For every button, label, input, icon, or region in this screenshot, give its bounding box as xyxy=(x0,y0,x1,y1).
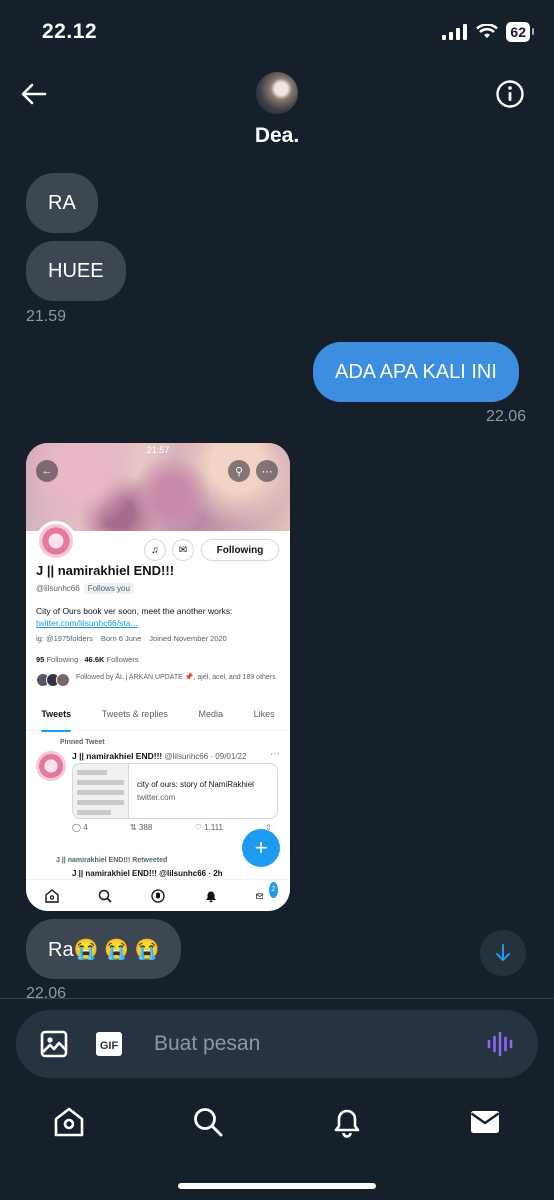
message-text: Ra😭 😭 😭 xyxy=(48,938,160,961)
scroll-to-bottom-button[interactable] xyxy=(480,930,526,976)
retweeted-label: J || namirakhiel END!!! Retweeted xyxy=(56,857,168,864)
profile-meta-joined: Joined November 2020 xyxy=(149,634,227,643)
shared-image[interactable]: 21:57 ← ⚲ ⋯ ♫ ✉ Following J || namirakhi… xyxy=(26,443,290,911)
bell-icon xyxy=(203,888,219,904)
followers-label: Followers xyxy=(106,655,139,664)
battery-indicator: 62 xyxy=(506,22,534,42)
profile-bio-link: twitter.com/lilsunhc66/sta... xyxy=(36,618,138,628)
profile-banner xyxy=(26,443,290,531)
back-button[interactable] xyxy=(16,76,52,112)
followed-by-text: Followed by ÅL | ARKAN UPDATE 📌, ajél, a… xyxy=(76,674,276,681)
tab-home[interactable] xyxy=(53,1106,85,1138)
message-text: RA xyxy=(48,191,76,214)
info-button[interactable] xyxy=(492,76,528,112)
image-icon xyxy=(40,1030,68,1058)
more-icon: ⋯ xyxy=(256,460,278,482)
message-bubble-received[interactable]: RA xyxy=(26,173,98,233)
tab-tweets-replies: Tweets & replies xyxy=(101,709,168,719)
search-icon xyxy=(97,888,113,904)
arrow-left-icon xyxy=(21,83,47,105)
follows-you-badge: Follows you xyxy=(83,583,134,594)
image-status-time: 21:57 xyxy=(146,445,170,455)
tweet-author: J || namirakhiel END!!! xyxy=(72,751,163,761)
home-indicator xyxy=(178,1183,376,1189)
gif-icon: GIF xyxy=(96,1032,122,1056)
message-bubble-received[interactable]: Ra😭 😭 😭 xyxy=(26,919,182,979)
profile-bio: City of Ours book ver soon, meet the ano… xyxy=(36,606,233,616)
notification-badge: 2 xyxy=(269,881,278,898)
retweet-count: ⇅ 388 xyxy=(130,823,153,832)
link-card-title: city of ours: story of NamiRakhiel xyxy=(137,780,254,789)
message-input[interactable] xyxy=(152,1024,472,1064)
tab-search[interactable] xyxy=(192,1106,224,1138)
svg-text:GIF: GIF xyxy=(100,1040,119,1052)
message-bubble-received[interactable]: HUEE xyxy=(26,241,126,301)
profile-name: J || namirakhiel END!!! xyxy=(36,563,175,578)
profile-avatar xyxy=(36,521,76,561)
profile-tabs: Tweets Tweets & replies Media Likes xyxy=(26,705,290,732)
tweet-handle-date: @lilsunhc66 · 09/01/22 xyxy=(164,752,247,761)
tweet-avatar xyxy=(36,751,66,781)
tab-messages[interactable] xyxy=(469,1106,501,1138)
tab-likes: Likes xyxy=(253,709,275,719)
status-time: 22.12 xyxy=(42,20,98,43)
following-label: Following xyxy=(46,655,79,664)
spaces-icon xyxy=(150,888,166,904)
search-icon: ⚲ xyxy=(228,460,250,482)
bell-plus-icon: ♫ xyxy=(144,539,166,561)
profile-handle: @lilsunhc66 xyxy=(36,584,80,593)
link-card-domain: twitter.com xyxy=(137,793,176,802)
mail-icon: ✉ xyxy=(172,539,194,561)
link-card-thumbnail xyxy=(73,764,129,818)
following-count: 95 xyxy=(36,655,45,664)
retweet-line: J || namirakhiel END!!! @lilsunhc66 · 2h xyxy=(72,869,223,878)
conversation-title[interactable]: Dea. xyxy=(0,124,554,148)
status-bar: 22.12 62 xyxy=(0,0,554,64)
mail-icon: 2 xyxy=(255,881,278,904)
like-count: ♡ 1.111 xyxy=(194,823,223,832)
link-card: city of ours: story of NamiRakhiel twitt… xyxy=(72,763,278,819)
arrow-down-icon xyxy=(496,944,510,961)
following-button: Following xyxy=(201,539,279,561)
profile-meta-born: Born 6 June xyxy=(100,634,142,643)
bell-icon xyxy=(334,1109,360,1138)
message-composer: GIF xyxy=(16,1010,538,1078)
voice-message-button[interactable] xyxy=(486,1030,514,1058)
arrow-left-icon: ← xyxy=(36,460,58,482)
gif-button[interactable]: GIF xyxy=(95,1030,123,1058)
compose-tweet-icon: + xyxy=(242,829,280,867)
tab-tweets: Tweets xyxy=(41,705,71,732)
wifi-icon xyxy=(476,24,499,38)
image-picker-button[interactable] xyxy=(40,1030,68,1058)
profile-meta-ig: ig: @1975folders xyxy=(36,634,93,643)
home-icon xyxy=(54,1107,84,1137)
reply-count: ◯ 4 xyxy=(72,823,88,832)
home-icon xyxy=(44,888,60,904)
info-icon xyxy=(496,80,524,108)
signal-icon xyxy=(442,24,468,40)
conversation-header: Dea. xyxy=(0,64,554,160)
bottom-tab-bar xyxy=(0,1090,554,1154)
pinned-label: Pinned Tweet xyxy=(60,739,105,746)
message-timestamp: 21.59 xyxy=(26,308,67,325)
image-bottom-nav: 2 xyxy=(26,879,290,911)
followers-count: 46.6K xyxy=(84,655,105,664)
tab-notifications[interactable] xyxy=(331,1106,363,1138)
mail-icon xyxy=(470,1111,500,1133)
message-bubble-sent[interactable]: ADA APA KALI INI xyxy=(313,342,519,402)
divider xyxy=(0,998,554,999)
search-icon xyxy=(194,1108,223,1137)
avatar[interactable] xyxy=(256,72,298,114)
follower-avatars xyxy=(36,673,70,687)
message-timestamp: 22.06 xyxy=(26,985,67,1002)
voice-wave-icon xyxy=(487,1031,513,1057)
tab-media: Media xyxy=(198,709,223,719)
message-timestamp: 22.06 xyxy=(485,408,526,425)
more-icon: ⋯ xyxy=(270,749,280,760)
message-text: ADA APA KALI INI xyxy=(335,360,497,383)
message-text: HUEE xyxy=(48,259,104,282)
